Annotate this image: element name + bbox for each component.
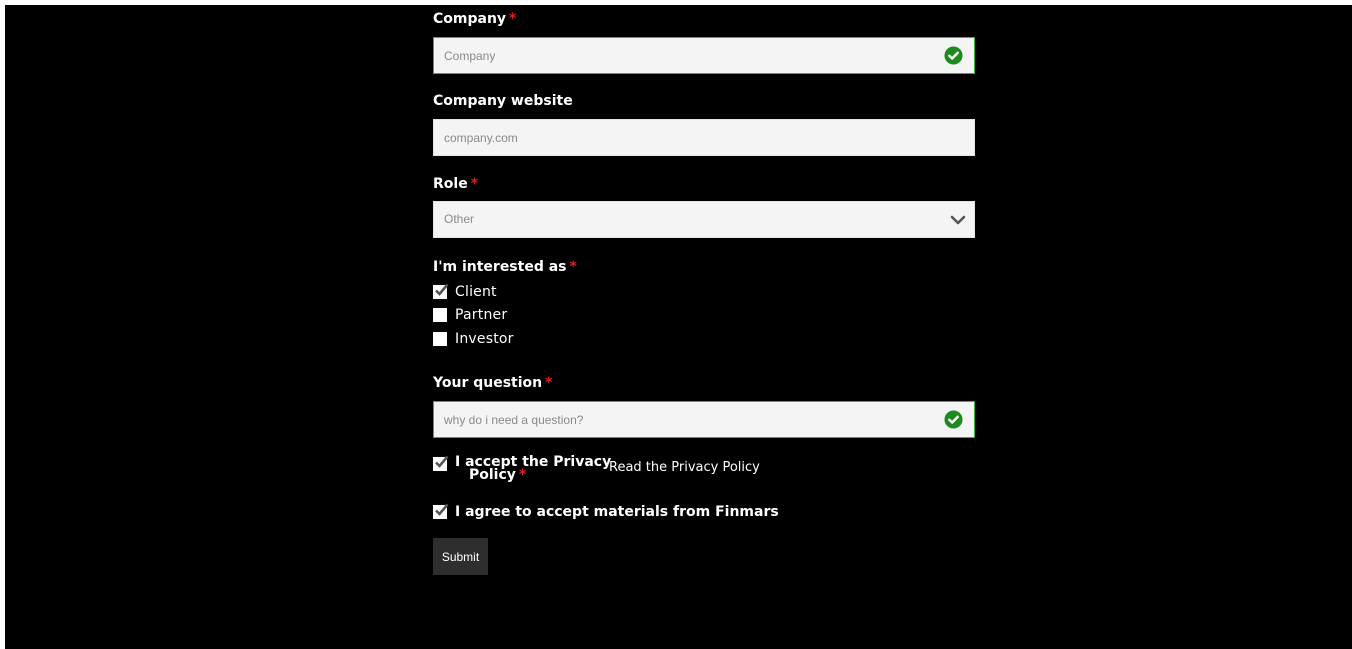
role-label-text: Role bbox=[433, 176, 468, 192]
materials-consent[interactable]: I agree to accept materials from Finmars bbox=[433, 503, 779, 521]
privacy-checkbox[interactable] bbox=[433, 455, 449, 471]
company-label: Company * bbox=[433, 11, 516, 27]
client-option-label: Client bbox=[455, 284, 497, 300]
checkmark-icon bbox=[435, 283, 449, 296]
required-asterisk: * bbox=[518, 467, 527, 483]
materials-label: I agree to accept materials from Finmars bbox=[455, 503, 779, 520]
checkmark-icon bbox=[435, 455, 449, 468]
interest-option-investor[interactable]: Investor bbox=[433, 330, 514, 348]
company-label-text: Company bbox=[433, 11, 507, 27]
page-background: Company* Company website Role* Other bbox=[5, 5, 1352, 649]
question-field[interactable] bbox=[433, 401, 975, 438]
question-label-text: Your question bbox=[433, 375, 543, 391]
partner-option-label: Partner bbox=[455, 307, 508, 323]
website-field[interactable] bbox=[433, 119, 975, 156]
required-asterisk: * bbox=[470, 176, 479, 192]
required-asterisk: * bbox=[569, 259, 577, 275]
privacy-policy-link[interactable]: Read the Privacy Policy bbox=[609, 460, 760, 475]
question-input[interactable] bbox=[434, 402, 974, 437]
checkmark-icon bbox=[435, 503, 449, 516]
required-asterisk: * bbox=[545, 375, 553, 391]
question-label: Your question * bbox=[433, 375, 552, 391]
privacy-consent[interactable]: I accept the Privacy Policy * bbox=[433, 455, 611, 488]
check-circle-icon bbox=[944, 46, 963, 65]
role-select[interactable]: Other bbox=[433, 201, 975, 238]
privacy-label: I accept the Privacy Policy * bbox=[455, 455, 611, 483]
interest-label-text: I'm interested as bbox=[433, 259, 567, 275]
check-circle-icon bbox=[944, 410, 963, 429]
submit-button[interactable]: Submit bbox=[433, 538, 488, 575]
partner-checkbox[interactable] bbox=[433, 308, 447, 322]
required-asterisk: * bbox=[509, 11, 517, 27]
client-checkbox[interactable] bbox=[433, 283, 449, 299]
privacy-label-line2: Policy bbox=[469, 467, 516, 483]
investor-checkbox[interactable] bbox=[433, 332, 447, 346]
role-label: Role * bbox=[433, 176, 478, 192]
website-label: Company website bbox=[433, 93, 573, 109]
company-input[interactable] bbox=[434, 38, 974, 73]
investor-option-label: Investor bbox=[455, 331, 514, 347]
chevron-down-icon bbox=[950, 215, 966, 225]
role-selected-value: Other bbox=[444, 212, 475, 226]
interest-label: I'm interested as * bbox=[433, 259, 577, 275]
company-field[interactable] bbox=[433, 37, 975, 74]
interest-option-partner[interactable]: Partner bbox=[433, 306, 507, 324]
interest-option-client[interactable]: Client bbox=[433, 283, 497, 301]
privacy-label-line2-wrap: Policy * bbox=[455, 467, 611, 483]
materials-checkbox[interactable] bbox=[433, 503, 449, 519]
website-input[interactable] bbox=[434, 120, 974, 155]
website-label-text: Company website bbox=[433, 93, 573, 109]
